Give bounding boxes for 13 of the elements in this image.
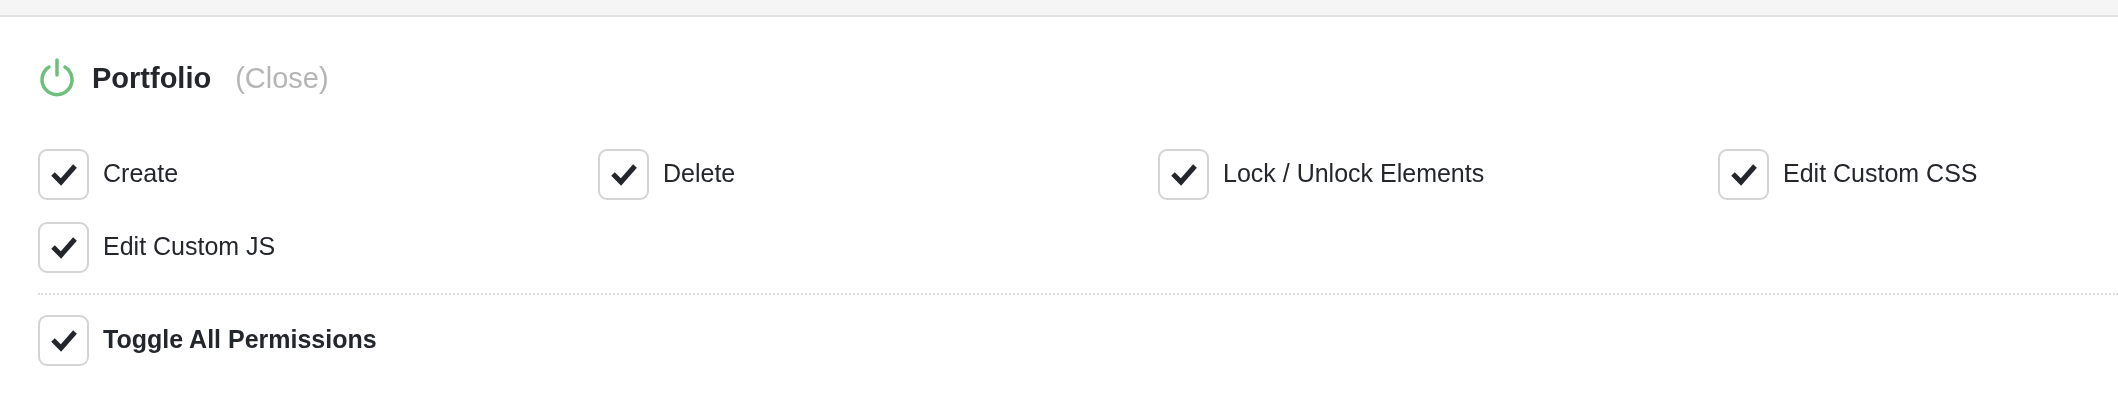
checkbox[interactable] <box>1158 148 1209 200</box>
checkbox-label[interactable]: Edit Custom CSS <box>1783 155 1978 193</box>
checkbox-label[interactable]: Edit Custom JS <box>103 228 276 266</box>
checkbox[interactable] <box>598 148 649 200</box>
checkbox-label[interactable]: Delete <box>663 155 736 193</box>
checkbox[interactable] <box>1718 148 1769 200</box>
section-title: Portfolio <box>92 61 212 96</box>
checkbox-label[interactable]: Lock / Unlock Elements <box>1223 155 1485 193</box>
checkbox-label[interactable]: Create <box>103 155 179 193</box>
checkbox[interactable] <box>38 148 89 200</box>
checkbox[interactable] <box>38 314 89 366</box>
checkbox-label[interactable]: Toggle All Permissions <box>103 321 377 359</box>
checkbox[interactable] <box>38 221 89 273</box>
